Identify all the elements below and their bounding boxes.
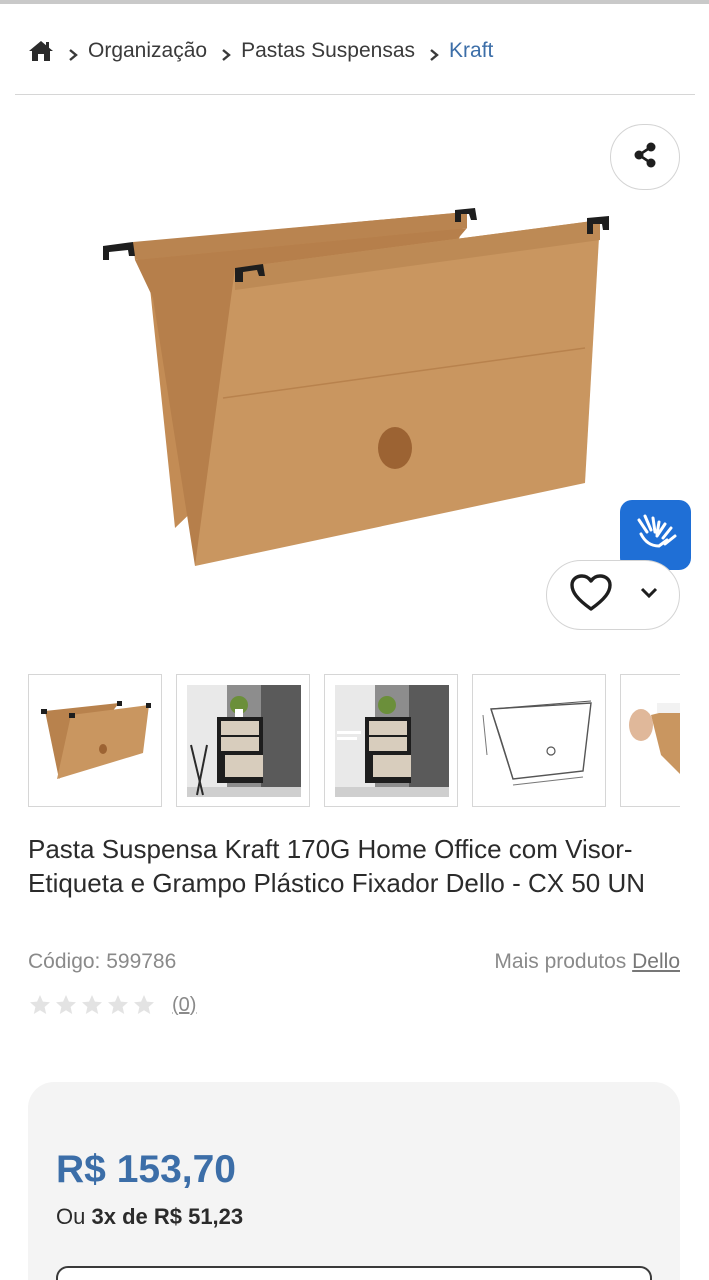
chevron-right-icon	[66, 44, 80, 61]
chevron-down-icon[interactable]	[639, 586, 659, 605]
star-icon	[30, 995, 50, 1014]
price-card: R$ 153,70 Ou 3x de R$ 51,23	[28, 1082, 680, 1280]
breadcrumb-kraft[interactable]: Kraft	[449, 39, 493, 63]
thumb-kraft-folder[interactable]	[28, 674, 162, 807]
installments: Ou 3x de R$ 51,23	[56, 1204, 243, 1230]
rating: (0)	[28, 990, 196, 1020]
brand-link[interactable]: Dello	[632, 950, 680, 973]
quantity-selector[interactable]	[56, 1266, 652, 1280]
breadcrumb-divider	[15, 94, 695, 95]
chevron-right-icon	[427, 44, 441, 61]
review-count-link[interactable]: (0)	[172, 994, 196, 1017]
thumb-drawer-cabinet[interactable]	[176, 674, 310, 807]
product-title: Pasta Suspensa Kraft 170G Home Office co…	[28, 834, 646, 898]
thumb-hand-folder[interactable]	[620, 674, 680, 807]
breadcrumb-organizacao[interactable]: Organização	[88, 39, 207, 63]
breadcrumb-pastas-suspensas[interactable]: Pastas Suspensas	[241, 39, 415, 63]
sign-language-icon	[633, 512, 679, 559]
share-button[interactable]	[610, 124, 680, 190]
rating-stars	[28, 993, 156, 1017]
top-border	[0, 0, 709, 4]
heart-icon[interactable]	[569, 573, 613, 618]
breadcrumb: Organização Pastas Suspensas Kraft	[28, 36, 493, 66]
thumb-dimension-drawing[interactable]	[472, 674, 606, 807]
price: R$ 153,70	[56, 1148, 236, 1191]
home-icon[interactable]	[28, 39, 54, 63]
product-code: Código: 599786	[28, 950, 177, 973]
product-main-image[interactable]	[95, 198, 615, 578]
chevron-right-icon	[219, 44, 233, 61]
star-icon	[108, 995, 128, 1014]
share-icon	[631, 141, 659, 174]
star-icon	[82, 995, 102, 1014]
installments-value: 3x de R$ 51,23	[91, 1204, 244, 1229]
thumb-drawer-organization[interactable]	[324, 674, 458, 807]
more-products: Mais produtos Dello	[494, 950, 680, 974]
star-icon	[134, 995, 154, 1014]
product-code-row: Código: 599786 Mais produtos Dello	[28, 950, 680, 980]
favorite-options-pill[interactable]	[546, 560, 680, 630]
star-icon	[56, 995, 76, 1014]
installments-prefix: Ou	[56, 1204, 86, 1229]
more-products-label: Mais produtos	[494, 950, 627, 973]
thumbnail-gallery	[28, 674, 680, 808]
